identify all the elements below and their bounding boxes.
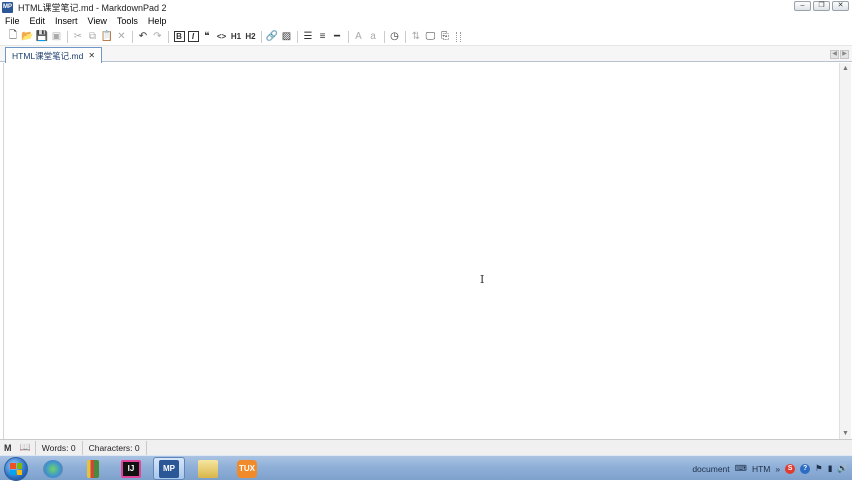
intellij-icon[interactable]: IJ (115, 457, 147, 480)
tux-icon[interactable]: TUX (231, 457, 263, 480)
heading2-button[interactable]: H2 (244, 30, 258, 44)
vertical-scrollbar[interactable]: ▲ ▼ (839, 63, 851, 439)
horizontal-rule-icon[interactable]: ━ (330, 30, 344, 44)
ordered-list-icon[interactable]: ≡ (316, 30, 330, 44)
window-controls: – ❐ ✕ (794, 1, 849, 11)
unordered-list-icon[interactable]: ☰ (301, 30, 315, 44)
copy-icon[interactable]: ⧉ (86, 30, 100, 44)
uppercase-button[interactable]: A (352, 30, 366, 44)
tab-close-icon[interactable]: ✕ (88, 51, 95, 60)
restore-button[interactable]: ❐ (813, 1, 830, 11)
toolbar-separator (67, 30, 68, 43)
toolbar-separator (132, 30, 133, 43)
menu-help[interactable]: Help (143, 16, 172, 26)
minimize-button[interactable]: – (794, 1, 811, 11)
pencils-glyph (87, 459, 99, 478)
tray-htm-label: HTM (751, 463, 771, 474)
tab-document[interactable]: HTML课堂笔记.md ✕ (5, 47, 103, 63)
undo-icon[interactable]: ↶ (136, 30, 150, 44)
toolbar-separator (168, 30, 169, 43)
tab-strip: HTML课堂笔记.md ✕ ◀ ▶ (0, 46, 852, 63)
toolbar-separator (261, 30, 262, 43)
tab-navigation: ◀ ▶ (830, 50, 849, 59)
tray-keyboard-icon[interactable]: ⌨ (735, 463, 747, 474)
tab-scroll-left-icon[interactable]: ◀ (830, 50, 839, 59)
timestamp-icon[interactable]: ◷ (388, 30, 402, 44)
new-document-icon[interactable]: 🗋 (6, 30, 20, 44)
quote-icon[interactable]: ❝ (200, 30, 214, 44)
windows-logo-icon (10, 463, 22, 475)
intellij-glyph: IJ (121, 459, 141, 478)
close-button[interactable]: ✕ (832, 1, 849, 11)
character-count: Characters: 0 (81, 440, 147, 455)
toolbar-grip[interactable] (455, 31, 461, 42)
tux-glyph: TUX (237, 459, 257, 478)
save-icon[interactable]: 💾 (35, 30, 49, 44)
title-bar: MP HTML课堂笔记.md - MarkdownPad 2 – ❐ ✕ (0, 0, 852, 14)
menu-file[interactable]: File (0, 16, 25, 26)
lowercase-button[interactable]: a (366, 30, 380, 44)
image-icon[interactable]: ▨ (280, 30, 294, 44)
cut-icon[interactable]: ✂ (71, 30, 85, 44)
toolbar-separator (297, 30, 298, 43)
tray-document-label: document (692, 463, 730, 474)
tab-label: HTML课堂笔记.md (12, 50, 84, 61)
sogou-input-icon[interactable]: S (785, 463, 796, 474)
text-cursor-icon: I (480, 273, 485, 286)
markdownpad-glyph: MP (159, 459, 179, 478)
bold-button[interactable]: B (173, 31, 185, 42)
folder-glyph (198, 459, 218, 478)
redo-icon[interactable]: ↷ (151, 30, 165, 44)
editor-pane[interactable]: I (3, 63, 839, 439)
pencils-icon[interactable] (77, 457, 109, 480)
preview-icon[interactable]: 🖵 (424, 30, 438, 44)
toolbar-separator (405, 30, 406, 43)
start-button[interactable] (4, 457, 28, 481)
folder-icon[interactable] (192, 457, 224, 480)
code-icon[interactable]: <> (215, 30, 229, 44)
markdown-mode-icon[interactable]: M (0, 443, 16, 453)
menu-insert[interactable]: Insert (50, 16, 83, 26)
heading1-button[interactable]: H1 (229, 30, 243, 44)
sphere-icon[interactable] (37, 457, 69, 480)
sphere-glyph (43, 459, 63, 478)
help-icon[interactable]: ? (800, 463, 811, 474)
paste-icon[interactable]: 📋 (100, 30, 114, 44)
save-all-icon[interactable]: ▣ (50, 30, 64, 44)
system-tray: document ⌨ HTM » S ? ⚑ ▮ 🔊 (692, 456, 848, 481)
export-icon[interactable]: ⎘ (438, 30, 452, 44)
delete-icon[interactable]: ✕ (115, 30, 129, 44)
scroll-up-icon[interactable]: ▲ (842, 65, 849, 72)
tray-expand-icon[interactable]: » (775, 464, 780, 474)
tray-flag-icon[interactable]: ⚑ (815, 463, 823, 474)
markdownpad-logo-icon: MP (2, 1, 13, 13)
tab-scroll-right-icon[interactable]: ▶ (840, 50, 849, 59)
volume-icon[interactable]: 🔊 (837, 463, 848, 474)
open-folder-icon[interactable]: 📂 (21, 30, 35, 44)
word-count: Words: 0 (34, 440, 82, 455)
toolbar-separator (383, 30, 385, 43)
italic-button[interactable]: I (187, 31, 199, 42)
taskbar: IJ MP TUX document ⌨ HTM » S ? ⚑ ▮ 🔊 (0, 455, 852, 481)
link-icon[interactable]: 🔗 (265, 30, 279, 44)
scroll-down-icon[interactable]: ▼ (842, 430, 849, 437)
toolbar: 🗋 📂 💾 ▣ ✂ ⧉ 📋 ✕ ↶ ↷ B I ❝ <> H1 H2 🔗 ▨ ☰… (0, 28, 852, 46)
menu-edit[interactable]: Edit (25, 16, 51, 26)
menu-bar: File Edit Insert View Tools Help (0, 14, 852, 28)
toolbar-separator (347, 30, 349, 43)
menu-view[interactable]: View (83, 16, 112, 26)
menu-tools[interactable]: Tools (112, 16, 143, 26)
network-icon[interactable]: ▮ (828, 463, 833, 474)
book-icon[interactable]: 📖 (16, 442, 35, 453)
sync-scroll-icon[interactable]: ⇅ (409, 30, 423, 44)
window-title: HTML课堂笔记.md - MarkdownPad 2 (18, 2, 167, 13)
markdownpad-icon[interactable]: MP (153, 457, 185, 480)
status-bar: M 📖 Words: 0 Characters: 0 (0, 439, 852, 455)
